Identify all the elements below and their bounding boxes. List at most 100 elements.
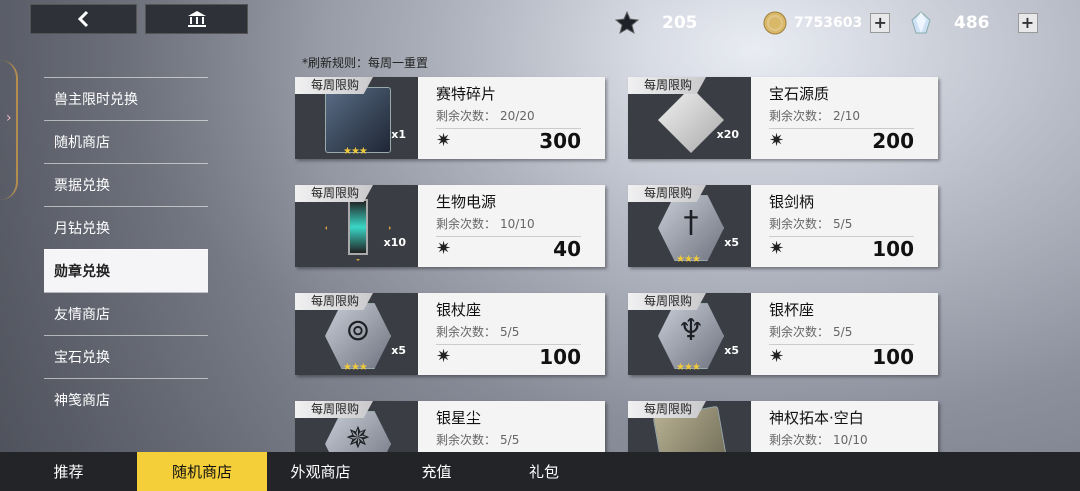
refresh-rule: *刷新规则：每周一重置 bbox=[302, 56, 429, 70]
dark-star-icon: ✷ bbox=[769, 346, 785, 367]
rarity-stars: ★★★ bbox=[343, 146, 368, 157]
sidebar: 兽主限时兑换 随机商店 票据兑换 月钻兑换 勋章兑换 友情商店 宝石兑换 神笺商… bbox=[44, 77, 208, 421]
item-remaining: 剩余次数： 10/10 bbox=[436, 215, 581, 237]
item-name: 银星尘 bbox=[436, 409, 482, 427]
item-info: 银杯座 剩余次数： 5/5 ✷ 100 bbox=[751, 293, 938, 375]
item-remaining: 剩余次数： 10/10 bbox=[769, 431, 914, 453]
remain-value: 2/10 bbox=[833, 109, 860, 123]
weekly-limit-tag: 每周限购 bbox=[628, 185, 707, 202]
home-button[interactable] bbox=[145, 4, 248, 34]
powder-icon bbox=[658, 87, 724, 153]
item-price: ✷ 100 bbox=[436, 344, 581, 369]
sidebar-item-label: 勋章兑换 bbox=[54, 264, 110, 280]
sidebar-item-label: 月钻兑换 bbox=[54, 221, 110, 237]
sidebar-item-medal-exchange[interactable]: 勋章兑换 bbox=[44, 249, 208, 292]
weekly-limit-tag: 每周限购 bbox=[628, 401, 707, 418]
item-remaining: 剩余次数： 5/5 bbox=[436, 431, 581, 453]
tab-random-shop[interactable]: 随机商店 bbox=[137, 452, 267, 491]
weekly-limit-tag: 每周限购 bbox=[628, 293, 707, 310]
sidebar-item-god-letter-shop[interactable]: 神笺商店 bbox=[44, 378, 208, 421]
item-name: 赛特碎片 bbox=[436, 85, 497, 103]
sidebar-item-gem-exchange[interactable]: 宝石兑换 bbox=[44, 335, 208, 378]
item-name: 生物电源 bbox=[436, 193, 497, 211]
sidebar-item-label: 友情商店 bbox=[54, 307, 110, 323]
item-name: 神权拓本·空白 bbox=[769, 409, 864, 427]
item-quantity: x10 bbox=[383, 236, 406, 249]
sidebar-item-label: 随机商店 bbox=[54, 135, 110, 151]
battery-icon bbox=[348, 199, 368, 255]
gem-count: 486 bbox=[954, 13, 990, 33]
sword-hilt-icon: † bbox=[683, 205, 699, 240]
shop-item-card[interactable]: ⊚ 每周限购 x5 ★★★ 银杖座 剩余次数： 5/5 ✷ 100 bbox=[295, 293, 605, 375]
shop-item-card[interactable]: ♆ 每周限购 x5 ★★★ 银杯座 剩余次数： 5/5 ✷ 100 bbox=[628, 293, 938, 375]
shop-item-card[interactable]: 每周限购 x10 生物电源 剩余次数： 10/10 ✷ 40 bbox=[295, 185, 605, 267]
item-name: 银杯座 bbox=[769, 301, 815, 319]
item-thumbnail: 每周限购 x20 bbox=[628, 77, 751, 159]
item-info: 宝石源质 剩余次数： 2/10 ✷ 200 bbox=[751, 77, 938, 159]
price-value: 100 bbox=[872, 344, 914, 369]
sidebar-item-ticket-exchange[interactable]: 票据兑换 bbox=[44, 163, 208, 206]
item-remaining: 剩余次数： 20/20 bbox=[436, 107, 581, 129]
price-value: 200 bbox=[872, 128, 914, 153]
price-value: 100 bbox=[872, 236, 914, 261]
price-value: 300 bbox=[539, 128, 581, 153]
remain-value: 5/5 bbox=[500, 325, 520, 339]
resource-star: 205 bbox=[614, 8, 698, 38]
shop-item-card[interactable]: † 每周限购 x5 ★★★ 银剑柄 剩余次数： 5/5 ✷ 100 bbox=[628, 185, 938, 267]
remain-value: 5/5 bbox=[833, 325, 853, 339]
tab-gift-pack[interactable]: 礼包 bbox=[499, 452, 589, 491]
add-gem-button[interactable]: + bbox=[1017, 13, 1038, 33]
remain-value: 10/10 bbox=[500, 217, 535, 231]
staff-base-icon: ⊚ bbox=[345, 313, 371, 348]
dark-star-icon: ✷ bbox=[769, 130, 785, 151]
weekly-limit-tag: 每周限购 bbox=[295, 185, 374, 202]
remain-label: 剩余次数： bbox=[769, 433, 830, 447]
coin-count: 7753603 bbox=[794, 15, 863, 31]
remain-label: 剩余次数： bbox=[436, 217, 497, 231]
item-name: 银剑柄 bbox=[769, 193, 815, 211]
remain-label: 剩余次数： bbox=[769, 109, 830, 123]
back-button[interactable] bbox=[30, 4, 137, 34]
tab-appearance-shop[interactable]: 外观商店 bbox=[267, 452, 374, 491]
item-thumbnail: 每周限购 x10 bbox=[295, 185, 418, 267]
shop-item-card[interactable]: 每周限购 x20 宝石源质 剩余次数： 2/10 ✷ 200 bbox=[628, 77, 938, 159]
sidebar-item-moon-diamond[interactable]: 月钻兑换 bbox=[44, 206, 208, 249]
stardust-icon: ✵ bbox=[345, 421, 371, 456]
sidebar-item-label: 票据兑换 bbox=[54, 178, 110, 194]
item-info: 银剑柄 剩余次数： 5/5 ✷ 100 bbox=[751, 185, 938, 267]
item-price: ✷ 300 bbox=[436, 128, 581, 153]
price-value: 100 bbox=[539, 344, 581, 369]
item-remaining: 剩余次数： 5/5 bbox=[769, 323, 914, 345]
dark-star-icon: ✷ bbox=[436, 130, 452, 151]
remain-label: 剩余次数： bbox=[769, 325, 830, 339]
sidebar-item-friend-shop[interactable]: 友情商店 bbox=[44, 292, 208, 335]
add-coin-button[interactable]: + bbox=[870, 13, 891, 33]
remain-value: 5/5 bbox=[500, 433, 520, 447]
resource-gem: 486 + bbox=[908, 8, 1038, 38]
item-price: ✷ 100 bbox=[769, 236, 914, 261]
sidebar-item-beast-exchange[interactable]: 兽主限时兑换 bbox=[44, 77, 208, 120]
remain-value: 10/10 bbox=[833, 433, 868, 447]
chevron-right-icon: › bbox=[6, 110, 12, 126]
rarity-stars: ★★★ bbox=[343, 362, 368, 373]
star-count: 205 bbox=[662, 13, 698, 33]
item-quantity: x5 bbox=[724, 344, 739, 357]
sidebar-item-random-shop[interactable]: 随机商店 bbox=[44, 120, 208, 163]
weekly-limit-tag: 每周限购 bbox=[628, 77, 707, 94]
sidebar-item-label: 神笺商店 bbox=[54, 393, 110, 409]
item-name: 银杖座 bbox=[436, 301, 482, 319]
sidebar-item-label: 兽主限时兑换 bbox=[54, 92, 138, 108]
dark-star-icon: ✷ bbox=[436, 346, 452, 367]
tab-recommended[interactable]: 推荐 bbox=[0, 452, 137, 491]
item-thumbnail: ⊚ 每周限购 x5 ★★★ bbox=[295, 293, 418, 375]
remain-label: 剩余次数： bbox=[436, 325, 497, 339]
rarity-stars: ★★★ bbox=[676, 254, 701, 265]
bottom-tab-bar: 推荐 随机商店 外观商店 充值 礼包 bbox=[0, 452, 1080, 491]
item-remaining: 剩余次数： 5/5 bbox=[769, 215, 914, 237]
price-value: 40 bbox=[553, 236, 581, 261]
remain-label: 剩余次数： bbox=[436, 433, 497, 447]
character-card-icon bbox=[325, 87, 391, 153]
shop-item-card[interactable]: 每周限购 x1 ★★★ 赛特碎片 剩余次数： 20/20 ✷ 300 bbox=[295, 77, 605, 159]
item-name: 宝石源质 bbox=[769, 85, 830, 103]
tab-recharge[interactable]: 充值 bbox=[374, 452, 499, 491]
